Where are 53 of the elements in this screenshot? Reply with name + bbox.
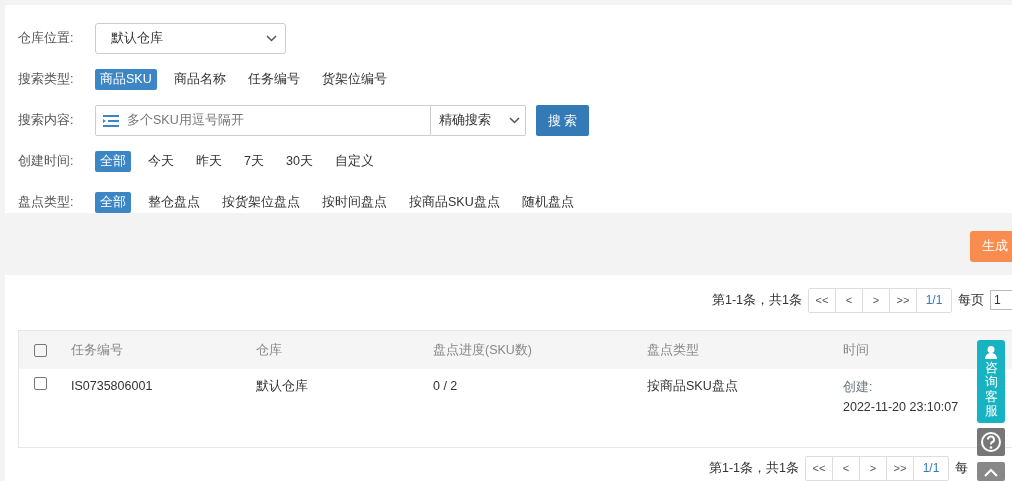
filter-option[interactable]: 商品SKU [95,69,157,90]
filter-option[interactable]: 按时间盘点 [317,192,392,213]
pagination-summary: 第1-1条，共1条 [708,459,799,477]
column-header: 盘点类型 [647,342,699,357]
table-cell: IS0735806001 [71,379,153,393]
filter-option[interactable]: 昨天 [191,151,227,172]
checkbox[interactable] [34,343,47,357]
filter-option[interactable]: 整仓盘点 [143,192,205,213]
filter-label: 搜索类型: [18,71,75,89]
filter-option[interactable]: 今天 [143,151,179,172]
table-cell: 0 / 2 [433,379,458,393]
page-button[interactable]: << [809,288,836,312]
current-page: 1/1 [921,459,941,477]
filter-option[interactable]: 随机盘点 [516,192,579,213]
table-cell: 按商品SKU盘点 [647,379,738,393]
list-icon [102,113,120,128]
filter-label: 盘点类型: [18,194,75,212]
page-button[interactable]: << [806,456,833,480]
column-header: 仓库 [256,342,282,357]
search-button[interactable]: 搜 索 [536,105,589,136]
filter-option[interactable]: 自定义 [329,151,379,172]
filter-label: 仓库位置: [18,30,75,48]
filter-option[interactable]: 按货架位盘点 [217,192,305,213]
chevron-down-icon [266,35,277,42]
checkbox[interactable] [34,377,47,390]
warehouse-select[interactable]: 默认仓库 [95,23,286,54]
page-size-field[interactable]: 1 [990,290,1012,310]
filter-option[interactable]: 任务编号 [242,69,305,90]
filter-option[interactable]: 全部 [95,192,131,213]
person-icon [984,345,998,359]
current-page: 1/1 [924,291,944,309]
table-cell: 默认仓库 [256,379,308,393]
chevron-down-icon [509,117,520,124]
time-label: 创建: [843,379,874,396]
column-header: 盘点进度(SKU数) [433,342,533,357]
search-field[interactable]: 多个SKU用逗号隔开 [95,105,431,136]
filter-label: 搜索内容: [18,112,75,130]
help-icon[interactable] [977,428,1005,456]
filter-option[interactable]: 30天 [280,151,318,172]
filter-option[interactable]: 商品名称 [168,69,231,90]
match-mode-select[interactable]: 精确搜索 [431,105,526,136]
filter-option[interactable]: 全部 [95,151,131,172]
filter-option[interactable]: 按商品SKU盘点 [404,192,505,213]
column-header: 任务编号 [71,342,123,357]
pagination-summary: 第1-1条，共1条 [711,291,802,309]
filter-option[interactable]: 7天 [239,151,269,172]
per-page-label: 每 [955,459,968,477]
scroll-up-icon[interactable] [977,462,1005,481]
filter-label: 创建时间: [18,153,75,171]
time-value: 2022-11-20 23:10:07 [843,399,960,416]
filter-option[interactable]: 货架位编号 [316,69,392,90]
column-header: 时间 [843,342,869,357]
per-page-label: 每页 [958,291,984,309]
